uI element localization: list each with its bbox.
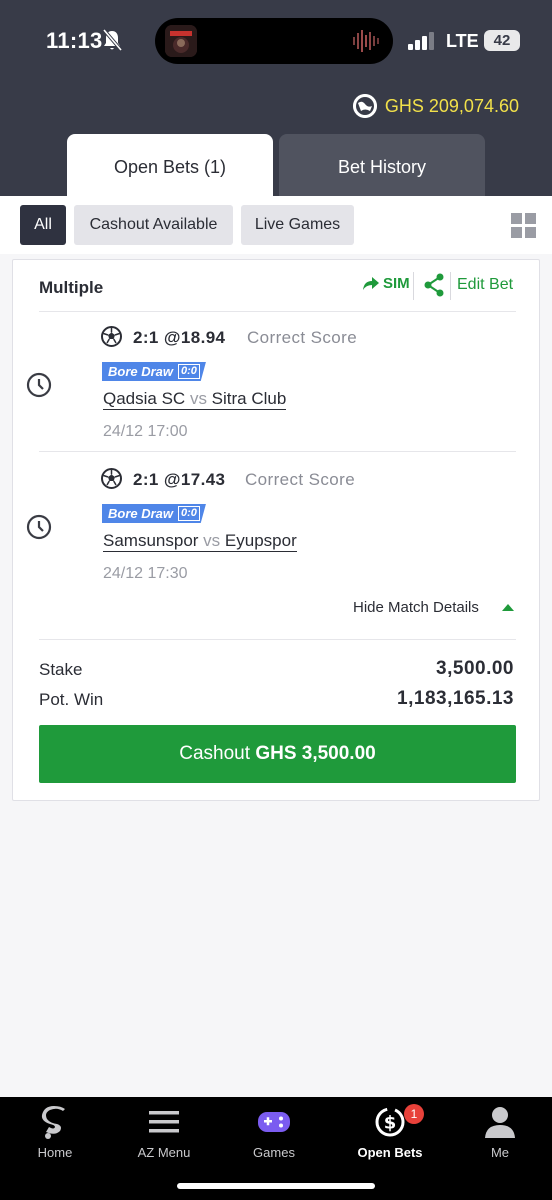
- caret-up-icon[interactable]: [502, 604, 514, 611]
- divider: [450, 272, 451, 300]
- bore-draw-badge: Bore Draw 0:0: [102, 362, 206, 381]
- network-type: LTE: [446, 31, 479, 51]
- match-teams[interactable]: Samsunspor vs Eyupspor: [103, 531, 297, 552]
- filter-live-games[interactable]: Live Games: [241, 205, 354, 245]
- bet-type: Multiple: [39, 278, 104, 297]
- menu-icon: [149, 1111, 179, 1133]
- sim-label: SIM: [383, 275, 410, 292]
- cashout-label: Cashout: [179, 743, 251, 764]
- filter-all[interactable]: All: [20, 205, 66, 245]
- badge-score: 0:0: [178, 364, 200, 379]
- divider: [39, 451, 516, 452]
- leg-market: Correct Score: [245, 470, 356, 489]
- pot-win-label: Pot. Win: [39, 690, 104, 709]
- badge-label: Bore Draw: [108, 364, 174, 379]
- leg-pick: 2:1 @18.94: [133, 328, 226, 347]
- battery-icon: 42: [484, 30, 520, 51]
- stake-value: 3,500.00: [436, 658, 514, 679]
- pot-win-value: 1,183,165.13: [397, 688, 514, 709]
- tab-bet-history[interactable]: Bet History: [279, 134, 485, 196]
- user-icon: [485, 1107, 515, 1138]
- now-playing-artwork: [165, 25, 197, 57]
- nav-games[interactable]: Games: [224, 1105, 324, 1160]
- share-icon[interactable]: [423, 273, 445, 297]
- edit-bet-button[interactable]: Edit Bet: [457, 276, 513, 294]
- kickoff-time: 24/12 17:30: [103, 565, 188, 582]
- stake-label: Stake: [39, 660, 83, 679]
- match-teams[interactable]: Qadsia SC vs Sitra Club: [103, 389, 287, 410]
- badge-score: 0:0: [178, 506, 200, 521]
- divider: [413, 272, 414, 300]
- hide-match-details-button[interactable]: Hide Match Details: [353, 599, 479, 616]
- nav-az-menu-label: AZ Menu: [137, 1145, 191, 1160]
- account-balance[interactable]: GHS 209,074.60: [352, 94, 519, 118]
- svg-text:$: $: [384, 1113, 397, 1134]
- soccer-ball-icon: [101, 468, 122, 489]
- kickoff-time: 24/12 17:00: [103, 423, 188, 440]
- grid-view-icon[interactable]: [511, 213, 537, 239]
- divider: [39, 639, 516, 640]
- leg-market: Correct Score: [247, 328, 358, 347]
- leg-pick: 2:1 @17.43: [133, 470, 226, 489]
- vs-label: vs: [203, 531, 221, 550]
- nav-games-label: Games: [253, 1145, 295, 1160]
- share-arrow-icon: [363, 276, 379, 290]
- vs-label: vs: [189, 389, 207, 408]
- open-bets-count-badge: 1: [404, 1104, 424, 1124]
- bore-draw-badge: Bore Draw 0:0: [102, 504, 206, 523]
- clock-icon: [26, 372, 52, 398]
- clock-icon: [26, 514, 52, 540]
- filter-bar: All Cashout Available Live Games: [0, 196, 552, 254]
- sportybet-logo-icon: [41, 1106, 65, 1139]
- nav-open-bets[interactable]: $ Open Bets: [340, 1105, 440, 1160]
- home-team: Qadsia SC: [103, 389, 186, 408]
- signal-icon: [408, 32, 434, 50]
- gamepad-icon: [258, 1112, 290, 1132]
- balance-globe-icon: [352, 94, 377, 118]
- away-team: Sitra Club: [211, 389, 287, 408]
- audio-wave-icon: [353, 30, 379, 52]
- nav-home[interactable]: Home: [5, 1105, 105, 1160]
- nav-az-menu[interactable]: AZ Menu: [114, 1105, 214, 1160]
- filter-cashout-available[interactable]: Cashout Available: [74, 205, 233, 245]
- sim-button[interactable]: SIM: [363, 275, 410, 292]
- nav-home-label: Home: [37, 1145, 73, 1160]
- badge-label: Bore Draw: [108, 506, 174, 521]
- soccer-ball-icon: [101, 326, 122, 347]
- cashout-button[interactable]: Cashout GHS 3,500.00: [39, 725, 516, 783]
- open-bets-icon: $: [375, 1107, 405, 1137]
- home-indicator[interactable]: [177, 1183, 375, 1189]
- bet-leg: 2:1 @18.94 Correct Score Bore Draw 0:0 Q…: [13, 312, 541, 452]
- cashout-amount: GHS 3,500.00: [255, 743, 376, 764]
- home-team: Samsunspor: [103, 531, 199, 550]
- away-team: Eyupspor: [224, 531, 297, 550]
- tab-open-bets[interactable]: Open Bets (1): [67, 134, 273, 196]
- bet-card: Multiple SIM Edit Bet 2:1 @18.94 Correct…: [12, 259, 540, 801]
- bet-leg: 2:1 @17.43 Correct Score Bore Draw 0:0 S…: [13, 454, 541, 594]
- bell-off-icon: [102, 29, 122, 51]
- nav-me-label: Me: [490, 1145, 510, 1160]
- nav-me[interactable]: Me: [450, 1105, 550, 1160]
- balance-amount: GHS 209,074.60: [384, 95, 519, 116]
- status-time: 11:13: [46, 28, 103, 53]
- nav-open-bets-label: Open Bets: [357, 1145, 423, 1160]
